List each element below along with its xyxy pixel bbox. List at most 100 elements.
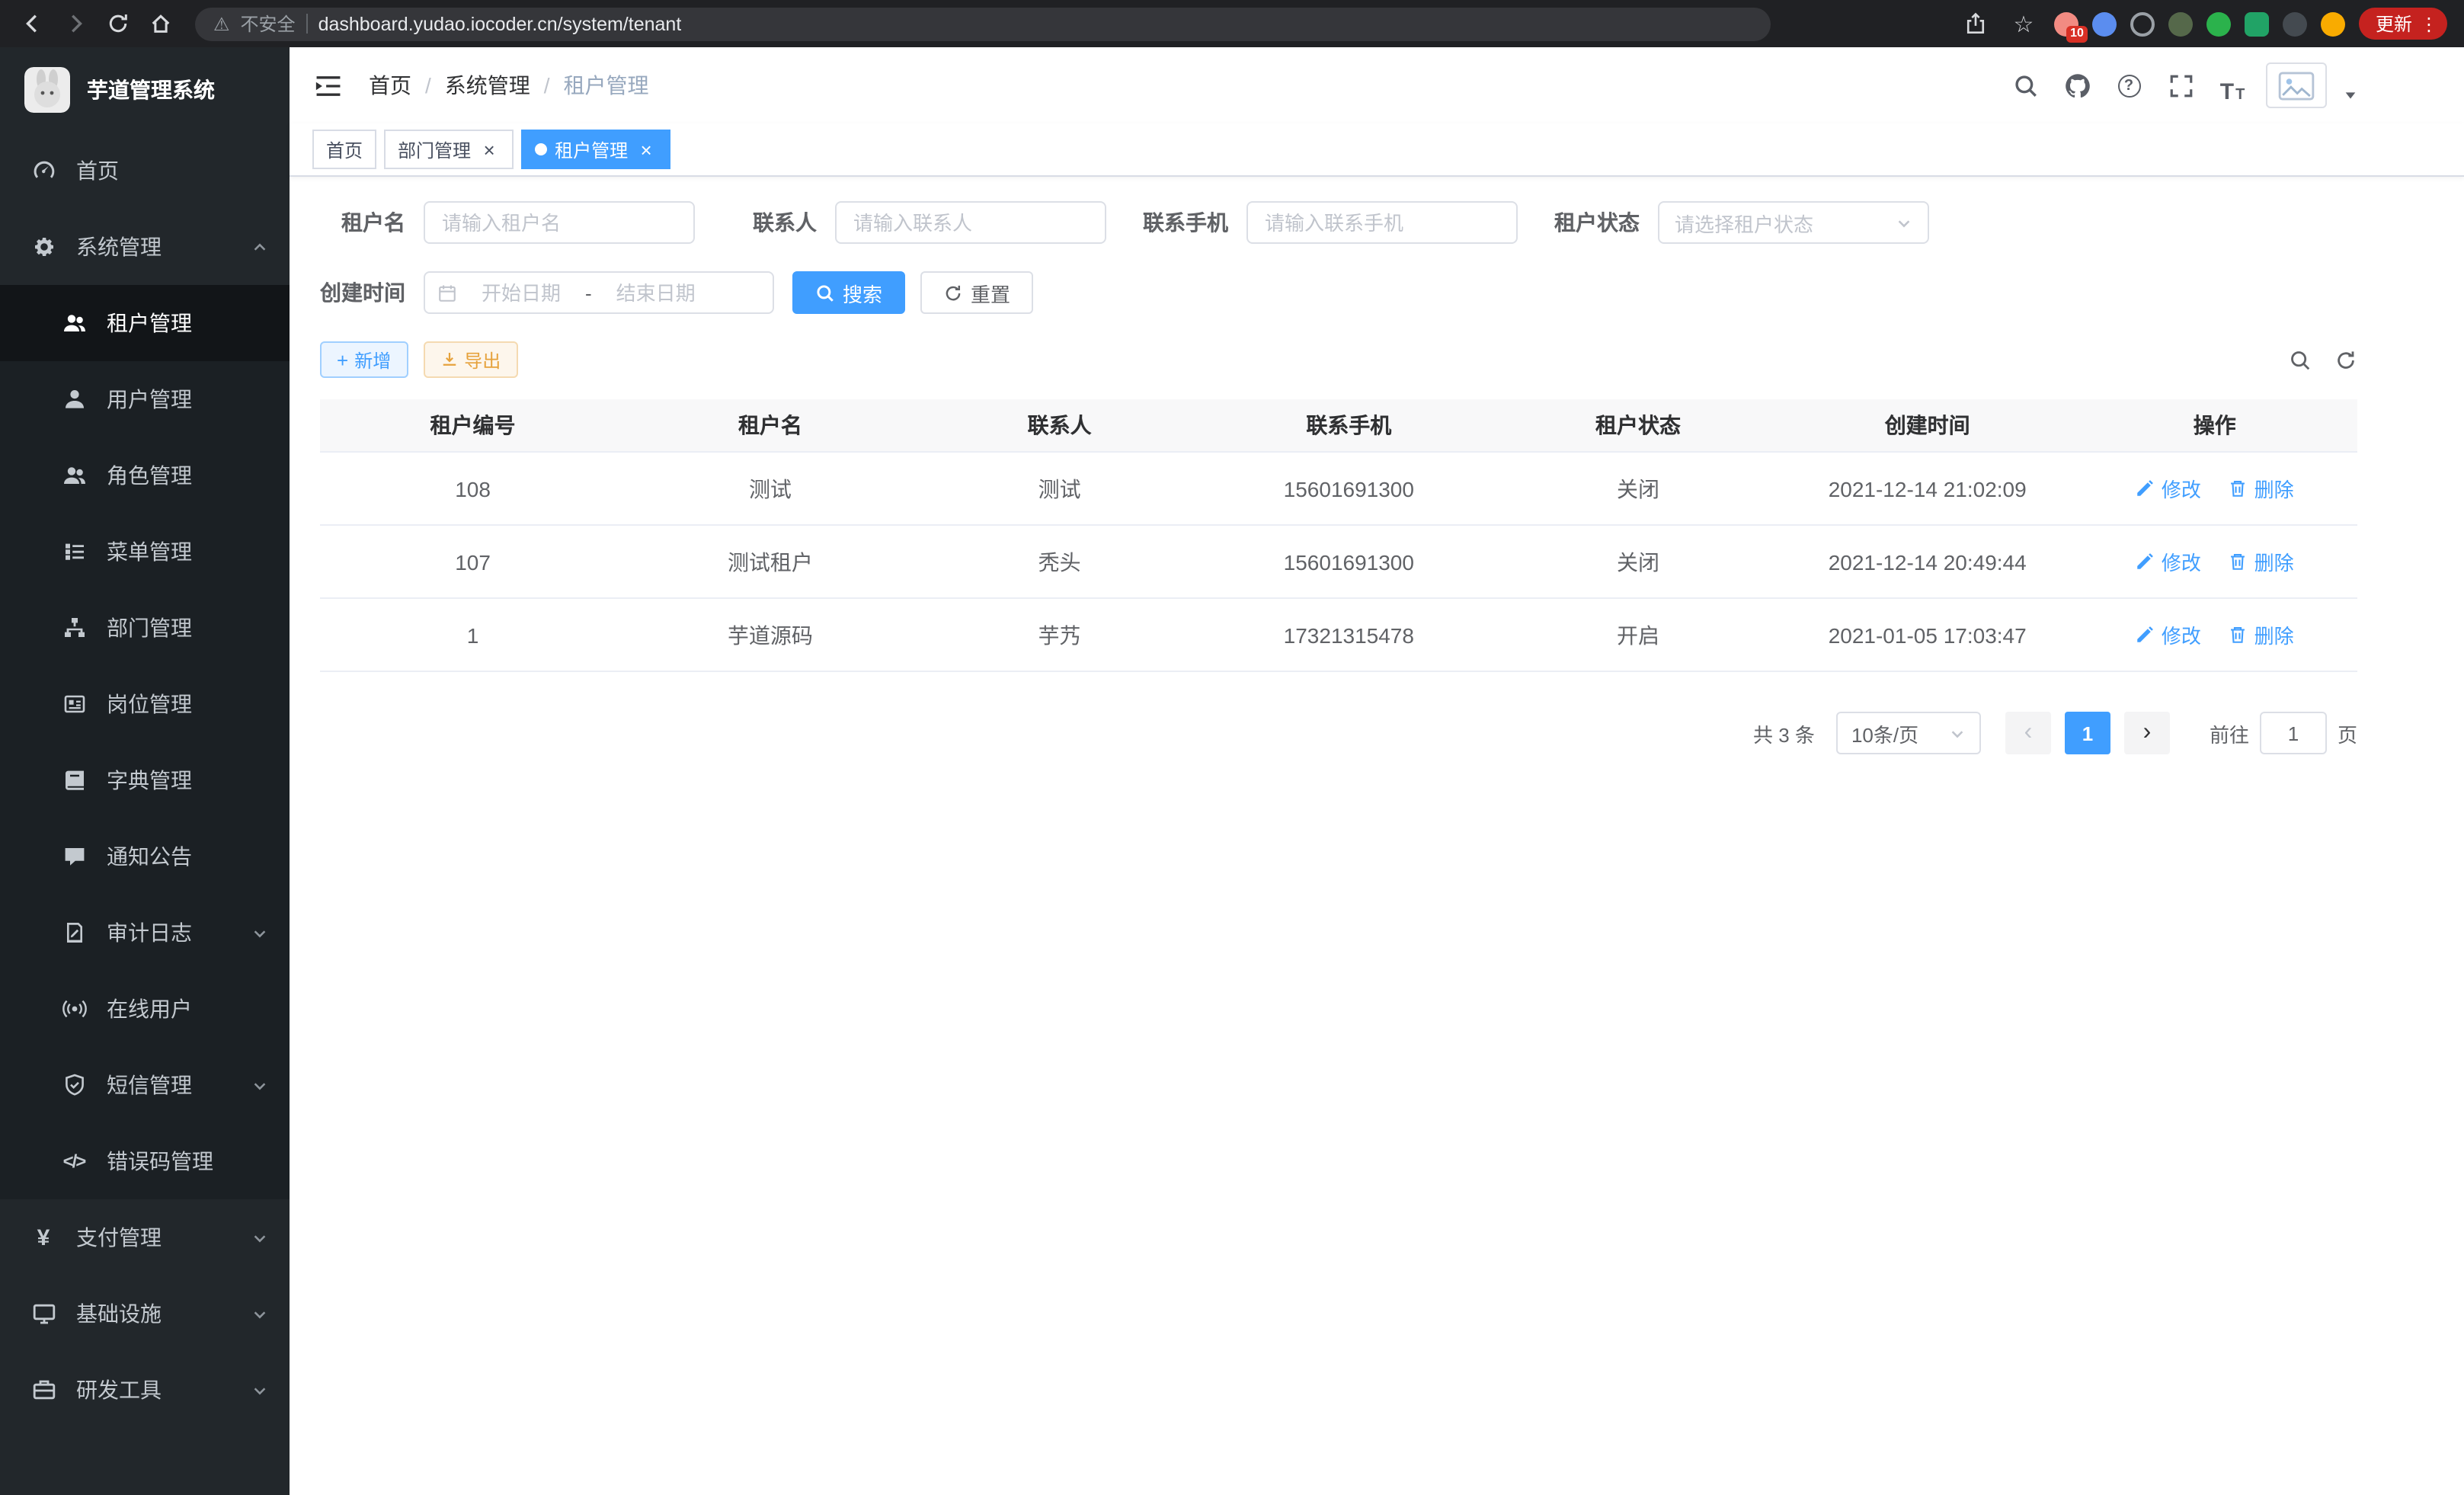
back-button[interactable] bbox=[12, 4, 52, 43]
tenant-table: 租户编号 租户名 联系人 联系手机 租户状态 创建时间 操作 bbox=[320, 399, 2357, 672]
page-unit-label: 页 bbox=[2338, 719, 2357, 748]
bookmark-button[interactable]: ☆ bbox=[2007, 7, 2040, 40]
sidebar-item-audit-log[interactable]: 审计日志 bbox=[0, 895, 290, 971]
extension-icon[interactable] bbox=[2130, 11, 2155, 36]
prev-page-button[interactable]: ‹ bbox=[2005, 712, 2051, 754]
fullscreen-button[interactable] bbox=[2162, 67, 2199, 104]
hamburger-icon bbox=[314, 71, 343, 100]
status-select[interactable]: 请选择租户状态 bbox=[1658, 201, 1929, 244]
sidebar-menu: 首页 系统管理 租户管理 用户管理 bbox=[0, 133, 290, 1495]
phone-input[interactable] bbox=[1246, 201, 1518, 244]
tab-tenant-active[interactable]: 租户管理 × bbox=[521, 130, 670, 169]
export-button[interactable]: 导出 bbox=[423, 341, 517, 378]
extension-icon[interactable] bbox=[2168, 11, 2193, 36]
next-page-button[interactable]: › bbox=[2124, 712, 2170, 754]
refresh-table-button[interactable] bbox=[2334, 348, 2357, 371]
font-size-button[interactable]: TT bbox=[2214, 67, 2251, 104]
delete-row-button[interactable]: 删除 bbox=[2229, 547, 2294, 576]
sidebar-item-error-code[interactable]: </> 错误码管理 bbox=[0, 1123, 290, 1199]
current-page-button[interactable]: 1 bbox=[2065, 712, 2110, 754]
sidebar-item-label: 错误码管理 bbox=[107, 1146, 213, 1176]
reset-button[interactable]: 重置 bbox=[920, 271, 1033, 314]
sidebar-item-label: 系统管理 bbox=[76, 232, 162, 262]
extension-icon[interactable] bbox=[2092, 11, 2117, 36]
extension-icon[interactable]: 10 bbox=[2054, 11, 2078, 36]
browser-menu-icon[interactable]: ⋮ bbox=[2420, 14, 2438, 33]
page-content: 租户名 联系人 联系手机 租户状态 请选择租户状态 bbox=[290, 177, 2464, 1495]
cell-phone: 17321315478 bbox=[1204, 598, 1493, 671]
delete-row-button[interactable]: 删除 bbox=[2229, 620, 2294, 649]
extension-icon[interactable] bbox=[2206, 11, 2231, 36]
page-size-select[interactable]: 10条/页 bbox=[1836, 712, 1981, 754]
sidebar-item-payment[interactable]: ¥ 支付管理 bbox=[0, 1199, 290, 1276]
user-menu-caret-icon[interactable] bbox=[2344, 88, 2357, 102]
extension-icon[interactable] bbox=[2283, 11, 2307, 36]
forward-button[interactable] bbox=[55, 4, 94, 43]
cell-tenant-id: 108 bbox=[320, 452, 626, 525]
sidebar-item-infrastructure[interactable]: 基础设施 bbox=[0, 1276, 290, 1352]
extension-icon[interactable] bbox=[2321, 11, 2345, 36]
tab-dept[interactable]: 部门管理 × bbox=[384, 130, 514, 169]
table-tools bbox=[2289, 348, 2357, 371]
user-avatar[interactable] bbox=[2266, 62, 2327, 108]
share-button[interactable] bbox=[1960, 7, 1993, 40]
sidebar-item-notice[interactable]: 通知公告 bbox=[0, 818, 290, 895]
url-text[interactable]: dashboard.yudao.iocoder.cn/system/tenant bbox=[318, 13, 682, 34]
sidebar-item-sms[interactable]: 短信管理 bbox=[0, 1047, 290, 1123]
cell-status: 开启 bbox=[1493, 598, 1783, 671]
reload-button[interactable] bbox=[98, 4, 137, 43]
tab-close-icon[interactable]: × bbox=[635, 139, 657, 160]
search-button[interactable]: 搜索 bbox=[792, 271, 905, 314]
add-button[interactable]: + 新增 bbox=[320, 341, 408, 378]
header-search-button[interactable] bbox=[2007, 67, 2043, 104]
github-button[interactable] bbox=[2059, 67, 2095, 104]
tab-label: 租户管理 bbox=[555, 136, 628, 162]
sidebar-item-role[interactable]: 角色管理 bbox=[0, 437, 290, 514]
toggle-search-button[interactable] bbox=[2289, 348, 2312, 371]
badge-icon bbox=[61, 691, 87, 717]
sidebar-item-online-users[interactable]: 在线用户 bbox=[0, 971, 290, 1047]
sidebar-item-tenant[interactable]: 租户管理 bbox=[0, 285, 290, 361]
sidebar-item-devtools[interactable]: 研发工具 bbox=[0, 1352, 290, 1428]
goto-label: 前往 bbox=[2210, 719, 2249, 748]
app-logo[interactable]: 芋道管理系统 bbox=[0, 47, 290, 133]
browser-update-button[interactable]: 更新 ⋮ bbox=[2359, 8, 2447, 40]
users-icon bbox=[61, 310, 87, 336]
edit-row-button[interactable]: 修改 bbox=[2136, 474, 2201, 503]
tab-close-icon[interactable]: × bbox=[478, 139, 500, 160]
sidebar-item-label: 审计日志 bbox=[107, 917, 192, 948]
contact-input[interactable] bbox=[835, 201, 1106, 244]
sidebar-item-post[interactable]: 岗位管理 bbox=[0, 666, 290, 742]
sidebar-collapse-button[interactable] bbox=[314, 69, 347, 102]
home-button[interactable] bbox=[140, 4, 180, 43]
sidebar: 芋道管理系统 首页 系统管理 租户管理 bbox=[0, 47, 290, 1495]
date-start-input[interactable] bbox=[463, 280, 579, 306]
delete-row-button[interactable]: 删除 bbox=[2229, 474, 2294, 503]
audit-log-icon bbox=[61, 920, 87, 946]
sidebar-item-menu[interactable]: 菜单管理 bbox=[0, 514, 290, 590]
date-end-input[interactable] bbox=[598, 280, 714, 306]
tenant-name-input[interactable] bbox=[424, 201, 695, 244]
star-icon: ☆ bbox=[2014, 10, 2034, 37]
table-row: 108 测试 测试 15601691300 关闭 2021-12-14 21:0… bbox=[320, 452, 2357, 525]
help-button[interactable]: ? bbox=[2110, 67, 2147, 104]
breadcrumb-item[interactable]: 系统管理 bbox=[445, 70, 530, 101]
tenant-name-label: 租户名 bbox=[320, 207, 424, 238]
sidebar-item-dept[interactable]: 部门管理 bbox=[0, 590, 290, 666]
edit-row-button[interactable]: 修改 bbox=[2136, 547, 2201, 576]
browser-chrome: ⚠ 不安全 dashboard.yudao.iocoder.cn/system/… bbox=[0, 0, 2464, 47]
tab-home[interactable]: 首页 bbox=[312, 130, 376, 169]
url-bar[interactable]: ⚠ 不安全 dashboard.yudao.iocoder.cn/system/… bbox=[195, 7, 1771, 40]
sidebar-item-system[interactable]: 系统管理 bbox=[0, 209, 290, 285]
sidebar-item-label: 支付管理 bbox=[76, 1222, 162, 1253]
goto-page-input[interactable] bbox=[2260, 712, 2327, 754]
sidebar-item-home[interactable]: 首页 bbox=[0, 133, 290, 209]
extension-icon[interactable] bbox=[2245, 11, 2269, 36]
edit-row-button[interactable]: 修改 bbox=[2136, 620, 2201, 649]
breadcrumb-item[interactable]: 首页 bbox=[369, 70, 411, 101]
sidebar-item-dict[interactable]: 字典管理 bbox=[0, 742, 290, 818]
sidebar-item-user[interactable]: 用户管理 bbox=[0, 361, 290, 437]
browser-window: ⚠ 不安全 dashboard.yudao.iocoder.cn/system/… bbox=[0, 0, 2464, 1495]
security-label[interactable]: 不安全 bbox=[241, 11, 296, 37]
date-range-picker[interactable]: - bbox=[424, 271, 774, 314]
